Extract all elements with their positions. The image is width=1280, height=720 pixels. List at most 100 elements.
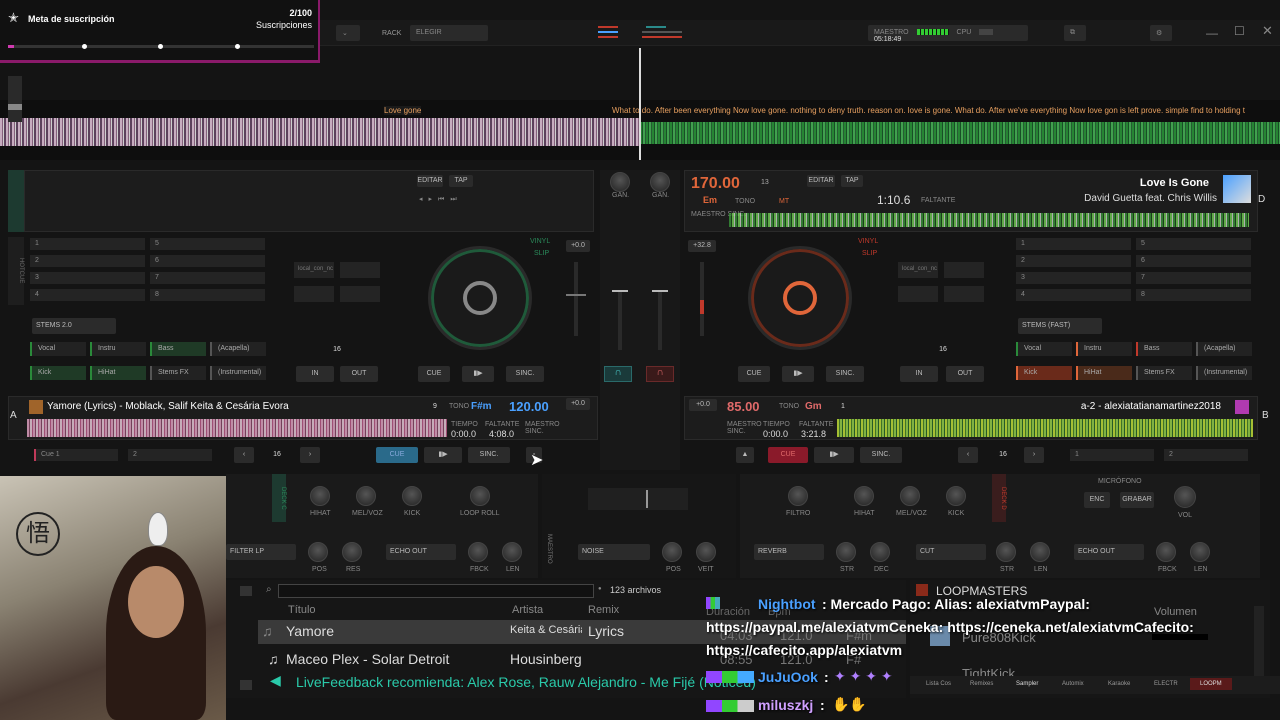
stems-select[interactable]: STEMS (FAST) [1018,318,1102,334]
tab-lista[interactable]: Lista Cos [926,681,951,687]
hotcue-slot[interactable]: Cue 1 [34,449,118,461]
str-knob[interactable] [836,542,856,562]
sampler-slot[interactable] [340,262,380,278]
loop-length[interactable]: 16 [982,447,1024,463]
kick-knob[interactable] [946,486,966,506]
sync-button[interactable]: SINC. [506,366,544,382]
reverb-select[interactable]: REVERB [754,544,824,560]
sync-button[interactable]: SINC. [826,366,864,382]
vol-knob[interactable] [1174,486,1196,508]
loop-prev-button[interactable]: ‹ [234,447,254,463]
echo-select[interactable]: ECHO OUT [1074,544,1144,560]
vinyl-label[interactable]: VINYL [530,238,550,245]
minimize-icon[interactable]: — [1206,26,1218,40]
tab-electr[interactable]: ELECTR [1154,681,1178,687]
hotcue-slot[interactable]: 4 [30,289,145,301]
track-waveform[interactable] [729,213,1249,227]
hotcue-slot[interactable]: 2 [30,255,145,267]
loop-out-button[interactable]: OUT [340,366,378,382]
volume-fader-left[interactable] [612,290,628,350]
dropdown-button[interactable]: ⌄ [336,25,360,41]
cue-button[interactable]: CUE [768,447,808,463]
scrollbar[interactable] [1254,606,1264,686]
hihat-knob[interactable] [310,486,330,506]
noise-select[interactable]: NOISE [578,544,650,560]
jog-wheel[interactable] [428,246,532,350]
loop-prev-button[interactable]: ‹ [958,447,978,463]
maximize-icon[interactable]: ☐ [1234,24,1245,38]
hotcue-slot[interactable]: 3 [1016,272,1131,284]
play-pause-button[interactable]: ▮▶ [782,366,814,382]
column-header-title[interactable]: Título [288,604,316,616]
mic-enc-button[interactable]: ENC [1084,492,1110,508]
hotcue-slot[interactable]: 8 [1136,289,1251,301]
close-icon[interactable]: ✕ [1262,23,1273,39]
hotcue-slot[interactable]: 7 [1136,272,1251,284]
pos-knob[interactable] [308,542,328,562]
record-icon[interactable]: ⧉ [1064,25,1086,41]
search-input[interactable] [278,584,594,598]
loop-next-button[interactable]: › [1024,447,1044,463]
vinyl-label[interactable]: VINYL [858,238,878,245]
play-pause-button[interactable]: ▮▶ [424,447,462,463]
sampler-slot[interactable]: local_con_nc [898,262,938,278]
scroll-down-button[interactable] [240,680,252,690]
hotcue-slot[interactable]: 1 [1016,238,1131,250]
hotcue-slot[interactable]: 6 [150,255,265,267]
record-button[interactable]: GRABAR [1120,492,1154,508]
stems-select[interactable]: STEMS 2.0 [32,318,116,334]
str-knob[interactable] [996,542,1016,562]
stem-pad-instrumental[interactable]: (Instrumental) [210,366,266,380]
stem-pad-kick[interactable]: Kick [1016,366,1072,380]
jog-wheel[interactable] [748,246,852,350]
edit-button[interactable]: EDITAR [807,175,835,187]
loop-in-button[interactable]: IN [296,366,334,382]
loop-out-button[interactable]: OUT [946,366,984,382]
sampler-slot[interactable] [898,286,938,302]
stem-pad-bass[interactable]: Bass [1136,342,1192,356]
stem-pad-vocal[interactable]: Vocal [30,342,86,356]
tap-button[interactable]: TAP [841,175,863,187]
filter-select[interactable]: FILTER LP [226,544,296,560]
stem-pad-fx[interactable]: Stems FX [1136,366,1192,380]
tab-remixes[interactable]: Remixes [970,681,993,687]
tab-karaoke[interactable]: Karaoke [1108,681,1130,687]
rack-select[interactable]: ELEGIR [410,25,488,41]
play-pause-button[interactable]: ▮▶ [814,447,854,463]
len-knob[interactable] [1030,542,1050,562]
scroll-up-button[interactable] [240,586,252,596]
stem-pad-instru[interactable]: Instru [1076,342,1132,356]
loop-in-button[interactable]: IN [900,366,938,382]
pitch-slider[interactable] [566,262,586,336]
headphones-right-icon[interactable]: ∩ [646,366,674,382]
veit-knob[interactable] [696,542,716,562]
pos-knob[interactable] [662,542,682,562]
hotcue-slot[interactable]: 7 [150,272,265,284]
tab-automix[interactable]: Automix [1062,681,1084,687]
sampler-slot[interactable] [944,286,984,302]
tap-button[interactable]: TAP [449,175,473,187]
hotcue-slot[interactable]: 6 [1136,255,1251,267]
track-waveform[interactable] [27,419,447,437]
hotcue-slot[interactable]: 2 [1016,255,1131,267]
sync-button[interactable]: SINC. [468,447,510,463]
hotcue-slot[interactable]: 1 [1070,449,1154,461]
loop-length[interactable]: 16 [258,447,296,463]
tab-sampler[interactable]: Sampler [1016,681,1038,687]
transport-arrows-icon[interactable]: ◂▸⏮⏭ [419,195,463,204]
echo-select[interactable]: ECHO OUT [386,544,456,560]
sampler-slot[interactable] [294,286,334,302]
hotcue-slot[interactable]: 8 [150,289,265,301]
play-pause-button[interactable]: ▮▶ [462,366,494,382]
column-header-remix[interactable]: Remix [588,604,619,616]
hotcue-slot[interactable]: 5 [1136,238,1251,250]
column-header-artist[interactable]: Artista [512,604,543,616]
melvoz-knob[interactable] [900,486,920,506]
gain-knob-right[interactable] [650,172,670,192]
pitch-slider[interactable] [700,262,704,336]
overview-zoom-slider[interactable] [8,76,22,122]
stem-pad-fx[interactable]: Stems FX [150,366,206,380]
loop-length[interactable]: 16 [924,342,962,358]
fbck-knob[interactable] [1156,542,1176,562]
hotcue-slot[interactable]: 2 [1164,449,1248,461]
